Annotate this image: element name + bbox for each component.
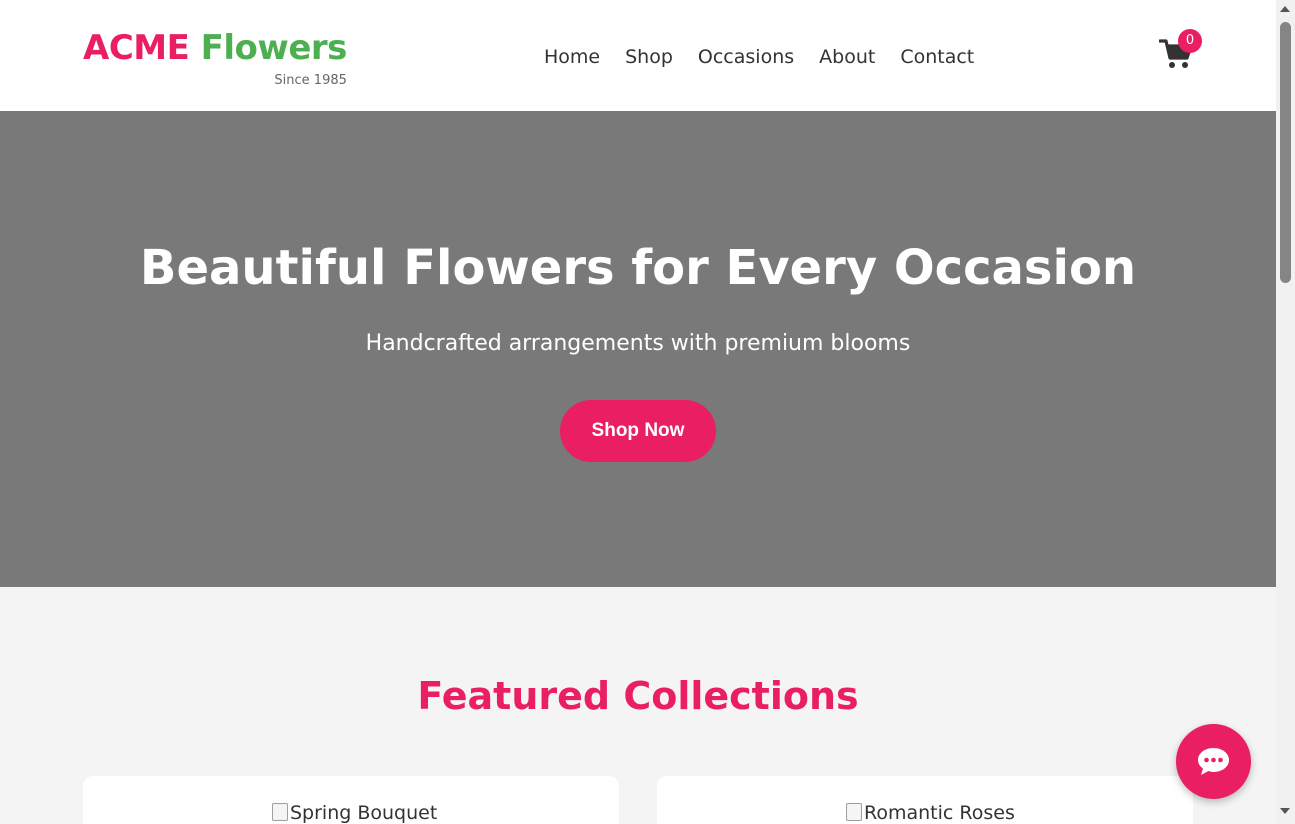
nav-occasions[interactable]: Occasions [698, 44, 794, 70]
main-nav: Home Shop Occasions About Contact [544, 44, 974, 70]
nav-shop[interactable]: Shop [625, 44, 673, 70]
collection-image: Spring Bouquet [272, 801, 437, 824]
hero-section: Beautiful Flowers for Every Occasion Han… [0, 111, 1276, 587]
image-alt-text: Spring Bouquet [290, 802, 438, 824]
chat-button[interactable] [1176, 724, 1251, 799]
hero-title: Beautiful Flowers for Every Occasion [139, 240, 1137, 296]
collection-image: Romantic Roses [846, 801, 1015, 824]
scroll-up-arrow-icon[interactable] [1280, 6, 1290, 12]
collection-card[interactable]: Romantic Roses [657, 776, 1193, 824]
logo[interactable]: ACME Flowers Since 1985 [83, 28, 347, 88]
cart-button[interactable]: 0 [1158, 29, 1202, 70]
cart-count-badge: 0 [1178, 29, 1202, 53]
collection-card[interactable]: Spring Bouquet [83, 776, 619, 824]
logo-acme: ACME [83, 28, 190, 68]
logo-flowers: Flowers [200, 28, 348, 68]
image-alt-text: Romantic Roses [864, 802, 1015, 824]
broken-image-icon [846, 803, 862, 821]
shop-now-button[interactable]: Shop Now [560, 400, 716, 462]
nav-contact[interactable]: Contact [900, 44, 974, 70]
chat-bubble-icon [1198, 748, 1229, 775]
featured-collections-title: Featured Collections [417, 674, 859, 718]
scroll-down-arrow-icon[interactable] [1280, 808, 1290, 814]
nav-home[interactable]: Home [544, 44, 600, 70]
logo-tagline: Since 1985 [274, 73, 347, 88]
broken-image-icon [272, 803, 288, 821]
site-header: ACME Flowers Since 1985 Home Shop Occasi… [0, 0, 1276, 111]
page: ACME Flowers Since 1985 Home Shop Occasi… [0, 0, 1276, 824]
scroll-thumb[interactable] [1280, 22, 1291, 283]
hero-subtitle: Handcrafted arrangements with premium bl… [365, 331, 911, 356]
logo-text: ACME Flowers [83, 28, 347, 68]
nav-about[interactable]: About [819, 44, 875, 70]
vertical-scrollbar[interactable] [1276, 0, 1295, 824]
